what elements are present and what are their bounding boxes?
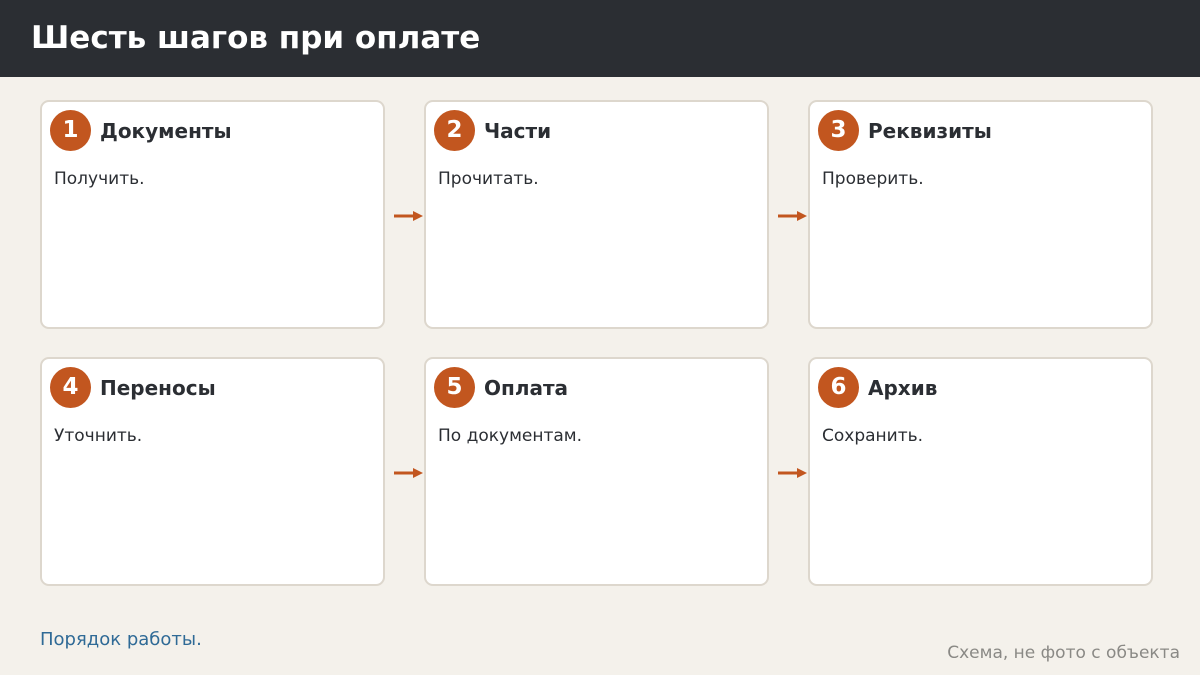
step-description: По документам.: [438, 426, 583, 446]
step-card-1: 1 Документы Получить.: [40, 100, 385, 329]
step-title: Документы: [100, 119, 232, 143]
step-description: Получить.: [54, 169, 145, 189]
footer-caption: Схема, не фото с объекта: [947, 643, 1180, 663]
arrow-right-icon: [394, 211, 423, 221]
step-card-4: 4 Переносы Уточнить.: [40, 357, 385, 586]
step-description: Уточнить.: [54, 426, 143, 446]
step-description: Сохранить.: [822, 426, 924, 446]
step-number-badge: 4: [50, 367, 91, 408]
page-title: Шесть шагов при оплате: [31, 20, 481, 56]
step-title: Части: [484, 119, 552, 143]
step-card-6: 6 Архив Сохранить.: [808, 357, 1153, 586]
step-title: Архив: [868, 376, 938, 400]
step-title: Переносы: [100, 376, 216, 400]
arrow-right-icon: [778, 468, 807, 478]
step-number-badge: 1: [50, 110, 91, 151]
step-number-badge: 3: [818, 110, 859, 151]
step-card-3: 3 Реквизиты Проверить.: [808, 100, 1153, 329]
step-description: Проверить.: [822, 169, 924, 189]
arrow-right-icon: [778, 211, 807, 221]
step-title: Реквизиты: [868, 119, 992, 143]
step-description: Прочитать.: [438, 169, 539, 189]
step-card-5: 5 Оплата По документам.: [424, 357, 769, 586]
step-card-2: 2 Части Прочитать.: [424, 100, 769, 329]
step-number-badge: 5: [434, 367, 475, 408]
step-number-badge: 6: [818, 367, 859, 408]
step-number-badge: 2: [434, 110, 475, 151]
footer-note: Порядок работы.: [40, 629, 202, 650]
arrow-right-icon: [394, 468, 423, 478]
header-bar: Шесть шагов при оплате: [0, 0, 1200, 77]
step-title: Оплата: [484, 376, 569, 400]
